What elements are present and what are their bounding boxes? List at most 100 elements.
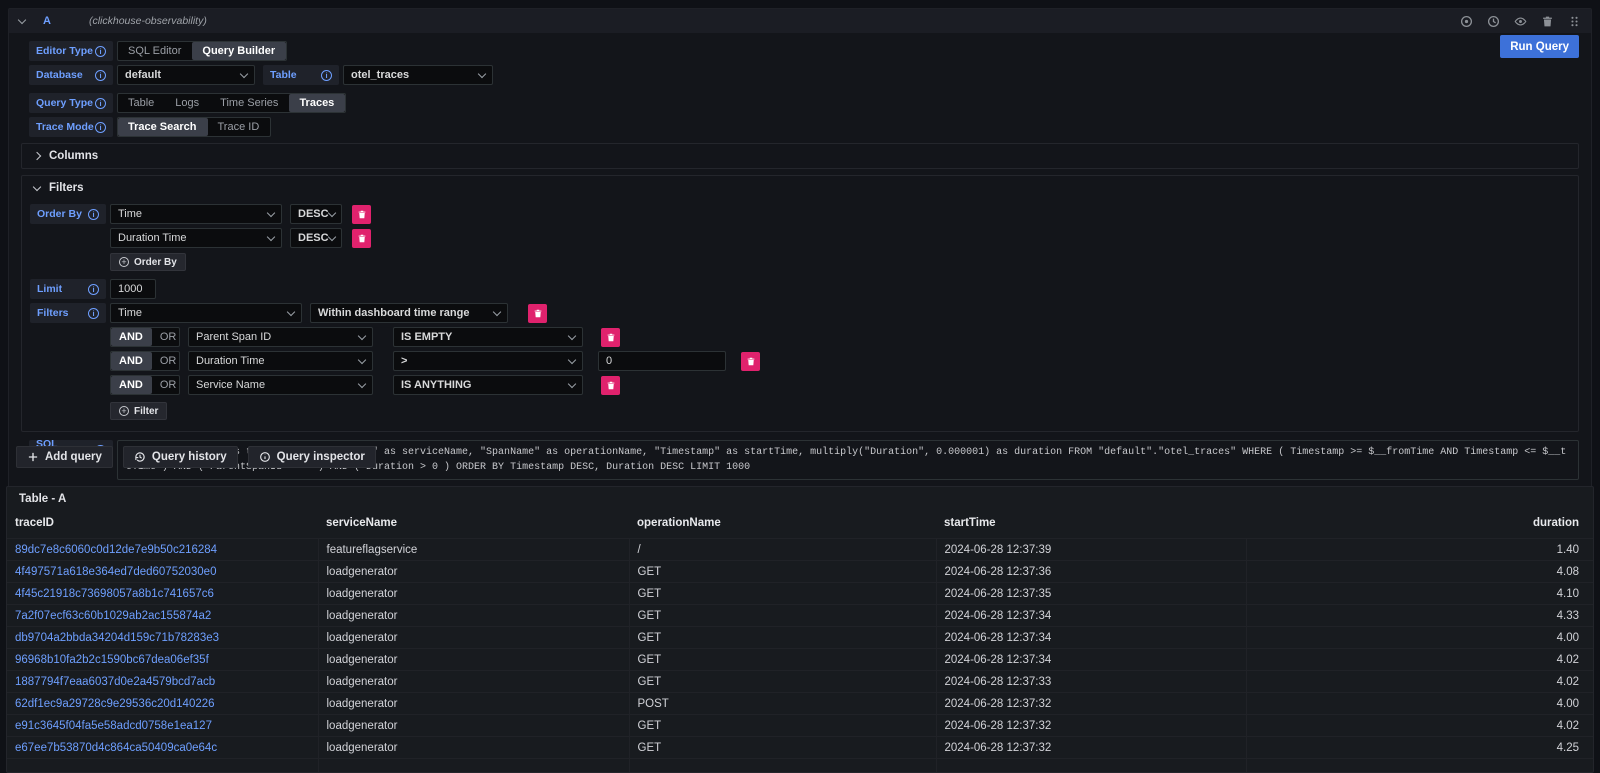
query-type-traces[interactable]: Traces bbox=[289, 94, 345, 112]
record-icon[interactable] bbox=[1460, 15, 1473, 28]
table-header-row: traceID serviceName operationName startT… bbox=[7, 509, 1593, 539]
filter-operator-select[interactable]: > bbox=[393, 351, 583, 371]
trace-id-link[interactable]: 89dc7e8c6060c0d12de7e9b50c216284 bbox=[15, 544, 217, 556]
database-select[interactable]: default bbox=[117, 65, 255, 85]
query-inspector-button[interactable]: Query inspector bbox=[248, 446, 376, 468]
or-option[interactable]: OR bbox=[152, 376, 180, 394]
filter-operator-select[interactable]: IS EMPTY bbox=[393, 327, 583, 347]
remove-filter-button[interactable] bbox=[741, 352, 760, 371]
filter-field-select[interactable]: Service Name bbox=[188, 375, 373, 395]
filter-field-select[interactable]: Time bbox=[110, 303, 302, 323]
trace-id-link[interactable]: 4f497571a618e364ed7ded60752030e0 bbox=[15, 566, 216, 578]
trace-id-link[interactable]: 62df1ec9a29728c9e29536c20d140226 bbox=[15, 698, 215, 710]
editor-type-query-builder[interactable]: Query Builder bbox=[192, 42, 286, 60]
trace-id-link[interactable]: 96968b10fa2b2c1590bc67dea06ef35f bbox=[15, 654, 209, 666]
query-type-time-series[interactable]: Time Series bbox=[210, 94, 289, 112]
trace-id-link[interactable]: 1887794f7eaa6037d0e2a4579bcd7acb bbox=[15, 676, 215, 688]
query-row-actions bbox=[1460, 15, 1581, 28]
column-header-starttime[interactable]: startTime bbox=[936, 509, 1246, 539]
history-clock-icon[interactable] bbox=[1487, 15, 1500, 28]
start-time-cell: 2024-06-28 12:37:34 bbox=[936, 649, 1246, 671]
filter-field-select[interactable]: Duration Time bbox=[188, 351, 373, 371]
query-history-button[interactable]: Query history bbox=[123, 446, 238, 468]
columns-section-header[interactable]: Columns bbox=[22, 144, 1578, 168]
table-row: 4f45c21918c73698057a8b1c741657c6 loadgen… bbox=[7, 583, 1593, 605]
query-type-table[interactable]: Table bbox=[118, 94, 165, 112]
remove-filter-button[interactable] bbox=[601, 376, 620, 395]
limit-input[interactable] bbox=[110, 279, 156, 299]
collapse-query-chevron-icon[interactable] bbox=[18, 15, 26, 23]
start-time-cell: 2024-06-28 12:37:33 bbox=[936, 671, 1246, 693]
service-name-cell: loadgenerator bbox=[318, 627, 629, 649]
query-footer-actions: Add query Query history Query inspector bbox=[16, 446, 376, 468]
filters-section: Filters Order By i Time DESC bbox=[21, 175, 1579, 432]
column-header-operationname[interactable]: operationName bbox=[629, 509, 936, 539]
operation-name-cell: / bbox=[629, 539, 936, 561]
trace-mode-trace-id[interactable]: Trace ID bbox=[208, 118, 271, 136]
filter-value-input[interactable] bbox=[598, 351, 726, 371]
and-option[interactable]: AND bbox=[111, 376, 152, 394]
duration-cell bbox=[1246, 759, 1593, 773]
and-option[interactable]: AND bbox=[111, 352, 152, 370]
filters-section-header[interactable]: Filters bbox=[22, 176, 1578, 200]
table-body: 89dc7e8c6060c0d12de7e9b50c216284 feature… bbox=[7, 539, 1593, 773]
duration-cell: 4.25 bbox=[1246, 737, 1593, 759]
info-circle-icon bbox=[259, 451, 271, 463]
trace-id-link[interactable]: 4f45c21918c73698057a8b1c741657c6 bbox=[15, 588, 214, 600]
trace-id-link[interactable]: db9704a2bbda34204d159c71b78283e3 bbox=[15, 632, 219, 644]
remove-order-by-button[interactable] bbox=[352, 229, 371, 248]
start-time-cell: 2024-06-28 12:37:36 bbox=[936, 561, 1246, 583]
trash-icon[interactable] bbox=[1541, 15, 1554, 28]
table-select[interactable]: otel_traces bbox=[343, 65, 493, 85]
service-name-cell: loadgenerator bbox=[318, 561, 629, 583]
filter-operator-select[interactable]: IS ANYTHING bbox=[393, 375, 583, 395]
table-row: 7a2f07ecf63c60b1029ab2ac155874a2 loadgen… bbox=[7, 605, 1593, 627]
remove-order-by-button[interactable] bbox=[352, 205, 371, 224]
order-by-field-select[interactable]: Time bbox=[110, 204, 282, 224]
query-row-header: A (clickhouse-observability) bbox=[9, 9, 1591, 33]
editor-type-label: Editor Type i bbox=[29, 41, 113, 61]
trace-id-link[interactable]: e91c3645f04fa5e58adcd0758e1ea127 bbox=[15, 720, 212, 732]
trace-mode-trace-search[interactable]: Trace Search bbox=[118, 118, 208, 136]
remove-filter-button[interactable] bbox=[601, 328, 620, 347]
editor-type-sql-editor[interactable]: SQL Editor bbox=[118, 42, 192, 60]
add-filter-button[interactable]: + Filter bbox=[110, 402, 167, 420]
trace-id-link[interactable]: 7a2f07ecf63c60b1029ab2ac155874a2 bbox=[15, 610, 211, 622]
column-header-servicename[interactable]: serviceName bbox=[318, 509, 629, 539]
order-by-field-select[interactable]: Duration Time bbox=[110, 228, 282, 248]
info-icon: i bbox=[95, 122, 106, 133]
add-order-by-button[interactable]: + Order By bbox=[110, 253, 186, 271]
remove-filter-button[interactable] bbox=[528, 304, 547, 323]
run-query-button[interactable]: Run Query bbox=[1500, 35, 1579, 58]
query-type-label: Query Type i bbox=[29, 93, 113, 113]
column-header-duration[interactable]: duration bbox=[1246, 509, 1593, 539]
query-ref-id[interactable]: A bbox=[43, 15, 51, 27]
add-query-button[interactable]: Add query bbox=[16, 446, 113, 468]
query-type-toggle: Table Logs Time Series Traces bbox=[117, 93, 346, 113]
service-name-cell: loadgenerator bbox=[318, 737, 629, 759]
table-label: Table i bbox=[263, 65, 339, 85]
operation-name-cell bbox=[629, 759, 936, 773]
operation-name-cell: GET bbox=[629, 605, 936, 627]
query-type-logs[interactable]: Logs bbox=[165, 94, 210, 112]
or-option[interactable]: OR bbox=[152, 328, 180, 346]
operation-name-cell: GET bbox=[629, 561, 936, 583]
eye-icon[interactable] bbox=[1514, 15, 1527, 28]
trace-id-link[interactable]: e67ee7b53870d4c864ca50409ca0e64c bbox=[15, 742, 217, 754]
and-option[interactable]: AND bbox=[111, 328, 152, 346]
service-name-cell: loadgenerator bbox=[318, 605, 629, 627]
filter-field-select[interactable]: Parent Span ID bbox=[188, 327, 373, 347]
service-name-cell: loadgenerator bbox=[318, 693, 629, 715]
filters-label: Filters i bbox=[30, 303, 106, 323]
drag-handle-icon[interactable] bbox=[1568, 15, 1581, 28]
or-option[interactable]: OR bbox=[152, 352, 180, 370]
plus-circle-icon: + bbox=[119, 257, 129, 267]
order-by-direction-select[interactable]: DESC bbox=[290, 204, 342, 224]
editor-type-toggle: SQL Editor Query Builder bbox=[117, 41, 287, 61]
table-row: db9704a2bbda34204d159c71b78283e3 loadgen… bbox=[7, 627, 1593, 649]
bool-operator-toggle: AND OR bbox=[110, 351, 180, 371]
order-by-direction-select[interactable]: DESC bbox=[290, 228, 342, 248]
filter-operator-select[interactable]: Within dashboard time range bbox=[310, 303, 508, 323]
start-time-cell: 2024-06-28 12:37:32 bbox=[936, 737, 1246, 759]
column-header-traceid[interactable]: traceID bbox=[7, 509, 318, 539]
